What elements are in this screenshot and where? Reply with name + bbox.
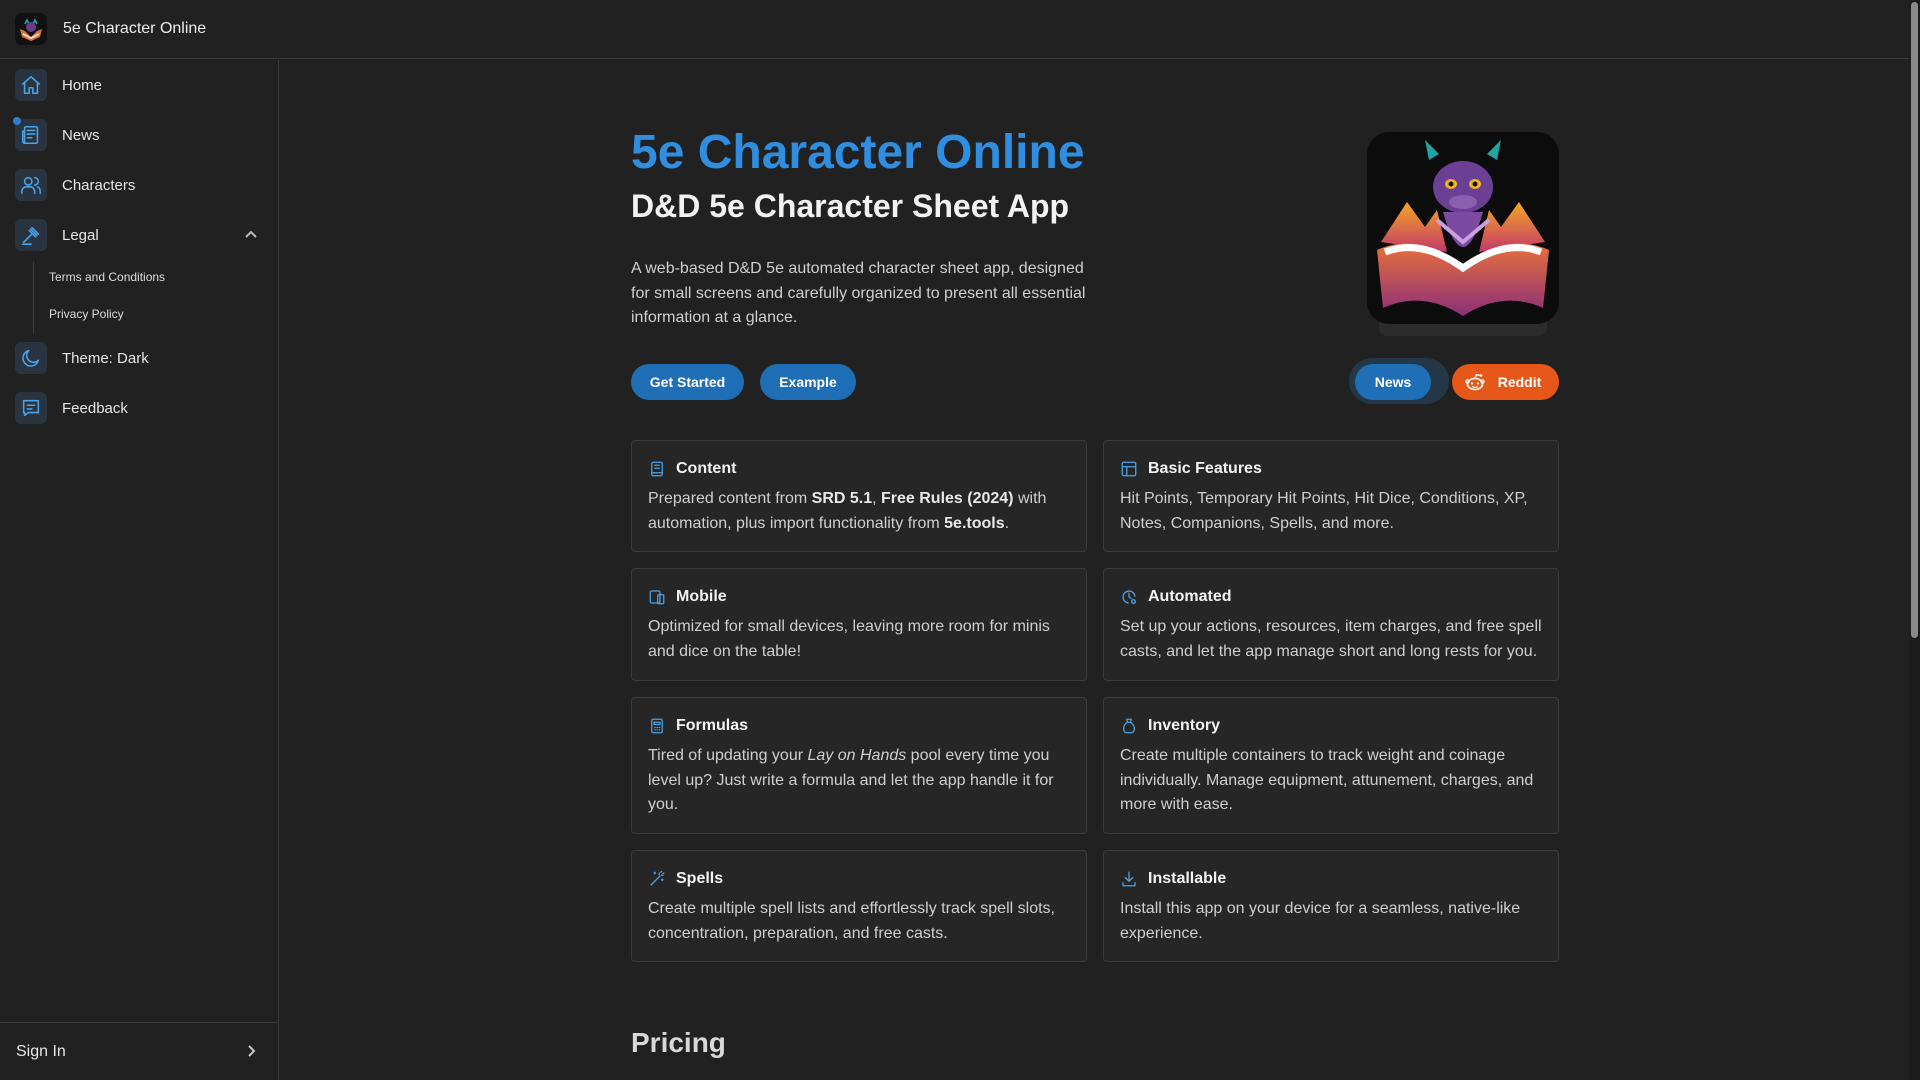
moon-icon — [15, 342, 47, 374]
reddit-icon — [1465, 373, 1485, 391]
devices-icon — [648, 588, 666, 606]
gavel-icon — [15, 219, 47, 251]
feature-description: Prepared content from SRD 5.1, Free Rule… — [648, 490, 1047, 532]
feature-card-installable: Installable Install this app on your dev… — [1103, 850, 1559, 962]
chevron-up-icon[interactable] — [243, 227, 259, 243]
sidebar-item-terms[interactable]: Terms and Conditions — [49, 270, 165, 284]
sidebar-item-label: Theme: Dark — [62, 349, 149, 367]
sidebar-item-feedback[interactable]: Feedback — [0, 383, 279, 433]
reddit-button-label: Reddit — [1497, 374, 1542, 390]
feature-description: Create multiple spell lists and effortle… — [648, 900, 1055, 942]
hero-title: 5e Character Online — [631, 126, 1085, 179]
feature-card-automated: Automated Set up your actions, resources… — [1103, 568, 1559, 681]
feature-description: Optimized for small devices, leaving mor… — [648, 618, 1050, 660]
hero-description: A web-based D&D 5e automated character s… — [631, 260, 1086, 326]
clock-gear-icon — [1120, 588, 1138, 606]
feature-description: Tired of updating your Lay on Hands pool… — [648, 747, 1054, 813]
calculator-icon — [648, 717, 666, 735]
newspaper-icon — [13, 117, 47, 151]
chevron-right-icon — [243, 1043, 259, 1059]
home-icon — [15, 69, 47, 101]
sidebar-item-label: Characters — [62, 176, 136, 194]
sidebar-item-label: Home — [62, 76, 103, 94]
news-button[interactable]: News — [1355, 364, 1431, 400]
sidebar-item-label: Feedback — [62, 399, 128, 417]
feature-title: Spells — [676, 870, 724, 887]
download-icon — [1120, 870, 1138, 888]
book-icon — [648, 460, 666, 478]
pricing-heading: Pricing — [631, 1027, 726, 1058]
feature-description: Hit Points, Temporary Hit Points, Hit Di… — [1120, 490, 1528, 532]
feature-title: Formulas — [676, 717, 749, 734]
app-title[interactable]: 5e Character Online — [63, 20, 206, 38]
bag-icon — [1120, 717, 1138, 735]
sidebar-item-privacy[interactable]: Privacy Policy — [49, 307, 124, 321]
scrollbar-track[interactable] — [1909, 0, 1920, 1080]
sidebar-item-legal[interactable]: Legal — [0, 210, 279, 260]
feature-title: Installable — [1148, 870, 1227, 887]
sidebar-item-label: Legal — [62, 226, 99, 244]
dragon-logo-image — [1367, 132, 1559, 324]
feature-description: Create multiple containers to track weig… — [1120, 747, 1534, 813]
sign-in-label: Sign In — [16, 1042, 66, 1060]
top-bar: 5e Character Online — [0, 0, 1909, 59]
sidebar-item-theme[interactable]: Theme: Dark — [0, 333, 279, 383]
sidebar: Home News Characters Legal Terms and Con… — [0, 60, 279, 1080]
feature-card-content: Content Prepared content from SRD 5.1, F… — [631, 440, 1087, 552]
users-icon — [15, 169, 47, 201]
get-started-button[interactable]: Get Started — [631, 364, 744, 400]
feature-title: Inventory — [1148, 717, 1221, 734]
sidebar-item-label: News — [62, 126, 100, 144]
example-button[interactable]: Example — [760, 364, 856, 400]
feature-title: Mobile — [676, 588, 727, 605]
sign-in-button[interactable]: Sign In — [0, 1022, 279, 1080]
message-icon — [15, 392, 47, 424]
hero-subtitle: D&D 5e Character Sheet App — [631, 188, 1070, 224]
feature-card-inventory: Inventory Create multiple containers to … — [1103, 697, 1559, 834]
feature-title: Content — [676, 460, 737, 477]
feature-title: Automated — [1148, 588, 1232, 605]
feature-card-mobile: Mobile Optimized for small devices, leav… — [631, 568, 1087, 681]
unread-dot — [13, 117, 21, 125]
feature-card-formulas: Formulas Tired of updating your Lay on H… — [631, 697, 1087, 834]
app-logo-icon[interactable] — [15, 13, 47, 45]
feature-card-basic-features: Basic Features Hit Points, Temporary Hit… — [1103, 440, 1559, 552]
layout-icon — [1120, 460, 1138, 478]
feature-description: Install this app on your device for a se… — [1120, 900, 1521, 942]
scrollbar-thumb[interactable] — [1911, 2, 1918, 638]
sidebar-item-news[interactable]: News — [0, 110, 279, 160]
sidebar-item-home[interactable]: Home — [0, 60, 279, 110]
reddit-button[interactable]: Reddit — [1452, 364, 1559, 400]
sidebar-item-characters[interactable]: Characters — [0, 160, 279, 210]
wand-icon — [648, 870, 666, 888]
feature-title: Basic Features — [1148, 460, 1262, 477]
submenu-divider — [33, 262, 34, 334]
feature-card-spells: Spells Create multiple spell lists and e… — [631, 850, 1087, 962]
feature-description: Set up your actions, resources, item cha… — [1120, 618, 1542, 660]
